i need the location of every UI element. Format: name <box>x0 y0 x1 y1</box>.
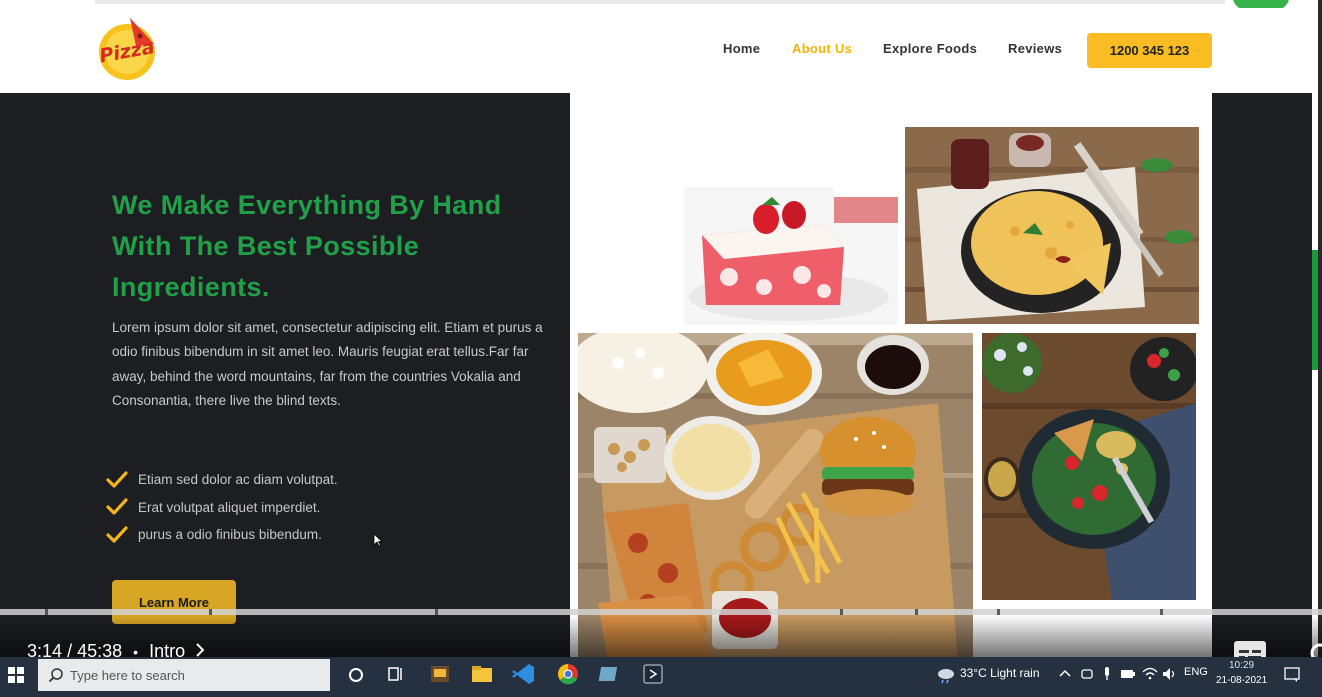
checklist-item: Erat volutpat aliquet imperdiet. <box>106 494 338 522</box>
notifications-icon[interactable] <box>1282 662 1302 686</box>
website-page: Pizza Home About Us Explore Foods Review… <box>0 0 1318 697</box>
checkmark-icon <box>106 471 128 488</box>
windows-start-icon[interactable] <box>8 667 24 683</box>
salad-image <box>982 333 1196 600</box>
headline-line-3: Ingredients. <box>112 272 270 302</box>
weather-text[interactable]: 33°C Light rain <box>960 666 1040 680</box>
strawberry-cake-photo <box>684 187 898 325</box>
wifi-icon[interactable] <box>1141 662 1159 686</box>
microphone-icon[interactable] <box>1099 662 1115 686</box>
nav-reviews[interactable]: Reviews <box>1008 41 1062 56</box>
chevron-up-icon[interactable] <box>1057 662 1073 686</box>
clock-time[interactable]: 10:29 <box>1229 660 1254 671</box>
video-progress-bar[interactable] <box>0 609 1322 615</box>
about-paragraph: Lorem ipsum dolor sit amet, consectetur … <box>112 320 543 408</box>
checklist-text: Etiam sed dolor ac diam volutpat. <box>138 472 338 488</box>
search-icon <box>48 668 63 683</box>
salad-bowl-photo <box>982 333 1196 600</box>
chevron-right-icon[interactable] <box>194 642 206 658</box>
checkmark-icon <box>106 526 128 543</box>
phone-button[interactable]: 1200 345 123 <box>1087 33 1212 68</box>
mouse-cursor-icon <box>373 533 383 547</box>
chapter-marker <box>209 609 212 615</box>
volume-icon[interactable] <box>1161 662 1179 686</box>
page-scrollbar[interactable] <box>1318 0 1322 697</box>
pizza-logo-icon[interactable]: Pizza <box>96 16 159 82</box>
headline-line-2: With The Best Possible <box>112 231 420 261</box>
language-indicator[interactable]: ENG <box>1184 666 1208 678</box>
chapter-marker <box>45 609 48 615</box>
chapter-marker <box>915 609 918 615</box>
file-explorer-icon[interactable] <box>469 662 495 686</box>
task-view-icon[interactable] <box>383 662 409 686</box>
chapter-marker <box>997 609 1000 615</box>
omelette-image <box>905 127 1199 324</box>
taskbar-search-box[interactable]: Type here to search <box>38 659 330 691</box>
vscode-icon[interactable] <box>511 662 537 686</box>
chapter-marker <box>435 609 438 615</box>
food-photo-collage <box>570 93 1212 697</box>
cortana-icon[interactable] <box>343 662 369 686</box>
nav-explore-foods[interactable]: Explore Foods <box>883 41 977 56</box>
app-icon[interactable] <box>597 662 623 686</box>
chapter-marker <box>840 609 843 615</box>
headline-line-1: We Make Everything By Hand <box>112 190 502 220</box>
checkmark-icon <box>106 498 128 515</box>
clock-date[interactable]: 21-08-2021 <box>1216 675 1267 686</box>
about-headline: We Make Everything By Hand With The Best… <box>112 185 552 308</box>
browser-top-strip <box>95 0 1225 4</box>
nav-home[interactable]: Home <box>723 41 760 56</box>
app-icon[interactable] <box>427 662 453 686</box>
chapter-marker <box>1160 609 1163 615</box>
cake-image <box>684 187 898 325</box>
battery-icon[interactable] <box>1119 662 1137 686</box>
app-icon[interactable] <box>640 662 666 686</box>
checklist-item: Etiam sed dolor ac diam volutpat. <box>106 466 338 494</box>
checklist-text: Erat volutpat aliquet imperdiet. <box>138 499 321 515</box>
meet-now-icon[interactable] <box>1079 662 1095 686</box>
weather-cloud-icon <box>938 669 954 684</box>
feature-checklist: Etiam sed dolor ac diam volutpat. Erat v… <box>106 466 338 549</box>
about-section-right-edge <box>1212 93 1312 697</box>
search-placeholder: Type here to search <box>70 667 185 683</box>
chrome-icon[interactable] <box>555 662 581 686</box>
omelette-pan-photo <box>905 127 1199 324</box>
checklist-item: purus a odio finibus bibendum. <box>106 521 338 549</box>
checklist-text: purus a odio finibus bibendum. <box>138 527 322 543</box>
nav-about-us[interactable]: About Us <box>792 41 852 56</box>
